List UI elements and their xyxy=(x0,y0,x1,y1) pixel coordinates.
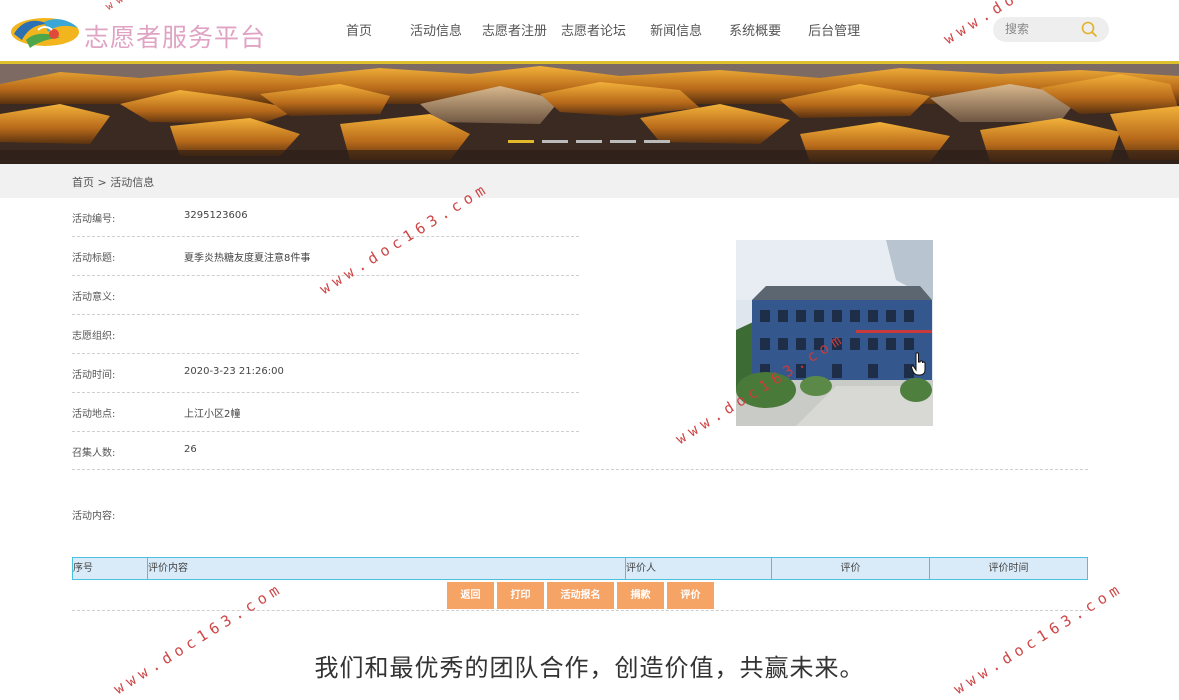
activity-content-label: 活动内容: xyxy=(72,511,116,522)
detail-row-id: 活动编号: 3295123606 xyxy=(72,198,579,237)
col-header-content: 评价内容 xyxy=(148,558,626,579)
detail-row-location: 活动地点: 上江小区2幢 xyxy=(72,393,579,432)
search-box xyxy=(993,17,1109,42)
detail-value: 上江小区2幢 xyxy=(184,409,241,420)
carousel-dot-2[interactable] xyxy=(542,140,568,143)
nav-activity[interactable]: 活动信息 xyxy=(410,20,462,42)
carousel-dot-4[interactable] xyxy=(610,140,636,143)
carousel-dot-5[interactable] xyxy=(644,140,670,143)
col-header-review-time: 评价时间 xyxy=(988,563,1029,574)
col-header-reviewer: 评价人 xyxy=(626,558,772,579)
hand-cursor-icon xyxy=(911,352,926,376)
detail-label: 志愿组织: xyxy=(72,331,116,342)
activity-details: 活动编号: 3295123606 活动标题: 夏季炎热糖友度夏注意8件事 活动意… xyxy=(72,198,579,470)
register-activity-button[interactable]: 活动报名 xyxy=(547,582,614,609)
detail-label: 活动地点: xyxy=(72,409,116,420)
divider xyxy=(72,469,1088,470)
breadcrumb-bar: 首页 > 活动信息 xyxy=(0,164,1179,198)
detail-value: 26 xyxy=(184,444,197,455)
detail-label: 活动意义: xyxy=(72,292,116,303)
nav-volunteer-register[interactable]: 志愿者注册 xyxy=(482,20,547,42)
detail-row-time: 活动时间: 2020-3-23 21:26:00 xyxy=(72,354,579,393)
detail-value: 夏季炎热糖友度夏注意8件事 xyxy=(184,253,311,264)
search-input[interactable] xyxy=(1005,20,1075,38)
carousel-dot-3[interactable] xyxy=(576,140,602,143)
action-buttons: 返回 打印 活动报名 捐款 评价 xyxy=(447,582,717,609)
carousel-dot-1[interactable] xyxy=(508,140,534,143)
nav-forum[interactable]: 志愿者论坛 xyxy=(561,20,626,42)
review-table-header: 序号 评价内容 评价人 评价 评价时间 xyxy=(72,557,1088,580)
carousel-indicators xyxy=(508,140,678,143)
banner-carousel[interactable] xyxy=(0,64,1179,164)
nav-admin[interactable]: 后台管理 xyxy=(808,20,860,42)
main-nav: 首页 活动信息 志愿者注册 志愿者论坛 新闻信息 系统概要 后台管理 xyxy=(346,20,880,42)
print-button[interactable]: 打印 xyxy=(497,582,544,609)
breadcrumb-separator: > xyxy=(97,176,107,189)
back-button[interactable]: 返回 xyxy=(447,582,494,609)
detail-row-organization: 志愿组织: xyxy=(72,315,579,354)
review-button[interactable]: 评价 xyxy=(667,582,714,609)
nav-system-overview[interactable]: 系统概要 xyxy=(729,20,781,42)
breadcrumb-home[interactable]: 首页 xyxy=(72,176,94,189)
banner-image xyxy=(0,64,1179,164)
nav-news[interactable]: 新闻信息 xyxy=(650,20,702,42)
col-header-index: 序号 xyxy=(73,558,148,579)
col-header-rating: 评价 xyxy=(772,558,930,579)
breadcrumb-current: 活动信息 xyxy=(110,176,155,189)
detail-row-title: 活动标题: 夏季炎热糖友度夏注意8件事 xyxy=(72,237,579,276)
search-icon[interactable] xyxy=(1081,21,1098,38)
donate-button[interactable]: 捐款 xyxy=(617,582,664,609)
detail-value: 3295123606 xyxy=(184,210,248,221)
detail-label: 召集人数: xyxy=(72,448,116,459)
detail-label: 活动标题: xyxy=(72,253,116,264)
breadcrumb: 首页 > 活动信息 xyxy=(72,174,154,190)
detail-label: 活动编号: xyxy=(72,214,116,225)
detail-row-headcount: 召集人数: 26 xyxy=(72,432,579,470)
logo-icon[interactable] xyxy=(8,10,82,50)
nav-home[interactable]: 首页 xyxy=(346,20,372,42)
site-title[interactable]: 志愿者服务平台 xyxy=(84,18,266,54)
detail-value: 2020-3-23 21:26:00 xyxy=(184,366,284,377)
detail-label: 活动时间: xyxy=(72,370,116,381)
